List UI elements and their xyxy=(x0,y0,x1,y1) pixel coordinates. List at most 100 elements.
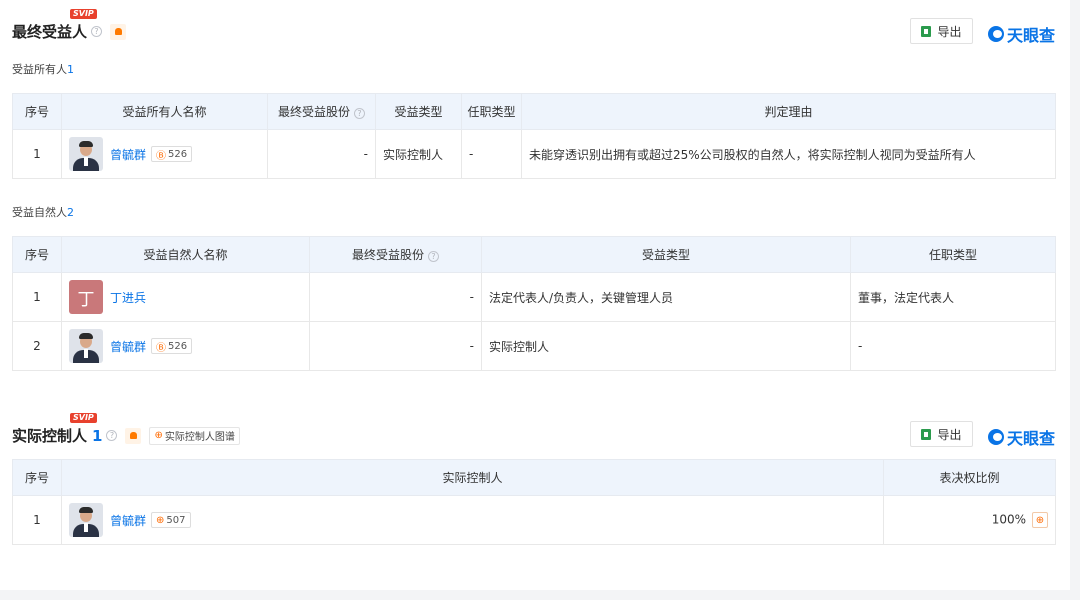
related-count-badge[interactable]: ⊕ 507 xyxy=(151,512,191,528)
row-index: 2 xyxy=(12,321,62,371)
export-label: 导出 xyxy=(937,427,962,442)
row-shares: - xyxy=(309,321,482,371)
related-count-badge[interactable]: Ⓑ 526 xyxy=(151,146,193,162)
col-reason: 判定理由 xyxy=(521,93,1056,130)
row-position: - xyxy=(461,129,522,179)
col-position: 任职类型 xyxy=(850,236,1056,273)
help-icon[interactable]: ? xyxy=(91,26,103,37)
section-title: 实际控制人 SVIP xyxy=(12,413,97,446)
row-index: 1 xyxy=(12,129,62,179)
ratio-value: 100% xyxy=(991,512,1026,527)
row-type: 实际控制人 xyxy=(375,129,462,179)
col-controller: 实际控制人 xyxy=(61,459,884,496)
chart-link-label: 实际控制人图谱 xyxy=(164,432,235,443)
col-shares: 最终受益股份? xyxy=(267,93,376,130)
chart-icon: ⊕ xyxy=(156,514,165,526)
table-row: 1 曾毓群 ⊕ 507 100% ⊕ xyxy=(12,495,1056,545)
avatar[interactable] xyxy=(69,503,103,537)
boss-icon: Ⓑ xyxy=(156,150,167,162)
owners-label: 受益所有人 xyxy=(12,63,67,76)
table-header-row: 序号 受益所有人名称 最终受益股份? 受益类型 任职类型 判定理由 xyxy=(12,93,1056,130)
naturals-subtitle: 受益自然人2 xyxy=(12,204,74,220)
help-icon[interactable]: ? xyxy=(428,251,439,262)
table-header-row: 序号 受益自然人名称 最终受益股份? 受益类型 任职类型 xyxy=(12,236,1056,273)
row-shares: - xyxy=(309,272,482,322)
section-actual-controller-header: 实际控制人 SVIP 1 ? ⊕ 实际控制人图谱 xyxy=(12,413,240,446)
tianyancha-icon xyxy=(988,26,1004,42)
col-type: 受益类型 xyxy=(481,236,851,273)
row-position: 董事，法定代表人 xyxy=(850,272,1056,322)
scrollbar[interactable] xyxy=(1070,0,1080,600)
col-index: 序号 xyxy=(12,459,62,496)
person-link[interactable]: 曾毓群 xyxy=(110,338,146,355)
badge-value: 507 xyxy=(166,514,186,526)
row-shares: - xyxy=(267,129,376,179)
avatar[interactable] xyxy=(69,329,103,363)
col-position: 任职类型 xyxy=(461,93,522,130)
naturals-count[interactable]: 2 xyxy=(67,206,74,219)
section-ultimate-beneficiary-header: 最终受益人 SVIP ? xyxy=(12,9,127,42)
table-row: 1 丁 丁进兵 - 法定代表人/负责人，关键管理人员 董事，法定代表人 xyxy=(12,272,1056,322)
person-link[interactable]: 曾毓群 xyxy=(110,146,146,163)
export-button[interactable]: 导出 xyxy=(910,421,973,447)
controller-chart-link[interactable]: ⊕ 实际控制人图谱 xyxy=(149,426,240,445)
brand-text: 天眼查 xyxy=(1007,429,1056,448)
col-name: 受益自然人名称 xyxy=(61,236,310,273)
col-index: 序号 xyxy=(12,93,62,130)
owners-count[interactable]: 1 xyxy=(67,63,74,76)
bell-icon[interactable] xyxy=(110,23,127,40)
excel-icon xyxy=(921,428,932,440)
table-row: 1 曾毓群 Ⓑ 526 - 实际控制人 - 未能穿透识别出拥有或超过25%公司股权… xyxy=(12,129,1056,179)
controller-count: 1 xyxy=(92,426,103,445)
row-position: - xyxy=(850,321,1056,371)
export-button[interactable]: 导出 xyxy=(910,18,973,44)
col-ratio: 表决权比例 xyxy=(883,459,1056,496)
section-title-text: 实际控制人 xyxy=(12,427,88,445)
owners-table: 序号 受益所有人名称 最终受益股份? 受益类型 任职类型 判定理由 1 曾毓群 … xyxy=(12,93,1056,179)
row-index: 1 xyxy=(12,495,62,545)
help-icon[interactable]: ? xyxy=(106,430,118,441)
badge-value: 526 xyxy=(168,340,188,352)
col-shares: 最终受益股份? xyxy=(309,236,482,273)
tianyancha-icon xyxy=(988,429,1004,445)
section-title-text: 最终受益人 xyxy=(12,23,88,41)
col-shares-label: 最终受益股份 xyxy=(277,105,350,119)
svip-badge: SVIP xyxy=(70,9,97,19)
avatar[interactable]: 丁 xyxy=(69,280,103,314)
person-link[interactable]: 曾毓群 xyxy=(110,512,146,529)
chart-icon: ⊕ xyxy=(154,430,163,441)
col-name: 受益所有人名称 xyxy=(61,93,268,130)
owners-subtitle: 受益所有人1 xyxy=(12,61,74,77)
controller-table: 序号 实际控制人 表决权比例 1 曾毓群 ⊕ 507 100% ⊕ xyxy=(12,459,1056,545)
export-label: 导出 xyxy=(937,24,962,39)
bottom-strip xyxy=(0,590,1080,600)
bell-icon[interactable] xyxy=(125,427,142,444)
boss-icon: Ⓑ xyxy=(156,342,167,354)
avatar[interactable] xyxy=(69,137,103,171)
col-shares-label: 最终受益股份 xyxy=(351,248,424,262)
naturals-label: 受益自然人 xyxy=(12,206,67,219)
row-ratio: 100% ⊕ xyxy=(883,495,1056,545)
row-type: 实际控制人 xyxy=(481,321,851,371)
target-icon[interactable]: ⊕ xyxy=(1032,512,1048,528)
naturals-table: 序号 受益自然人名称 最终受益股份? 受益类型 任职类型 1 丁 丁进兵 - 法… xyxy=(12,236,1056,371)
section-title: 最终受益人 SVIP xyxy=(12,9,97,42)
row-person: 丁 丁进兵 xyxy=(61,272,310,322)
row-person: 曾毓群 Ⓑ 526 xyxy=(61,129,268,179)
row-person: 曾毓群 Ⓑ 526 xyxy=(61,321,310,371)
table-header-row: 序号 实际控制人 表决权比例 xyxy=(12,459,1056,496)
brand-text: 天眼查 xyxy=(1007,26,1056,45)
badge-value: 526 xyxy=(168,148,188,160)
excel-icon xyxy=(921,25,932,37)
col-type: 受益类型 xyxy=(375,93,462,130)
brand-logo: 天眼查 xyxy=(988,425,1055,449)
row-reason: 未能穿透识别出拥有或超过25%公司股权的自然人，将实际控制人视同为受益所有人 xyxy=(521,129,1056,179)
brand-logo: 天眼查 xyxy=(988,22,1055,46)
table-row: 2 曾毓群 Ⓑ 526 - 实际控制人 - xyxy=(12,321,1056,371)
row-person: 曾毓群 ⊕ 507 xyxy=(61,495,884,545)
person-link[interactable]: 丁进兵 xyxy=(110,289,146,306)
help-icon[interactable]: ? xyxy=(354,108,365,119)
col-index: 序号 xyxy=(12,236,62,273)
svip-badge: SVIP xyxy=(70,413,97,423)
related-count-badge[interactable]: Ⓑ 526 xyxy=(151,338,193,354)
